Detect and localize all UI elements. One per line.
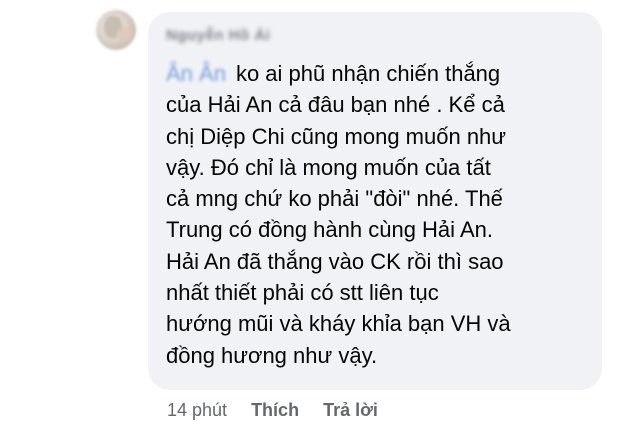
comment-text: Ân Ân ko ai phũ nhận chiến thắng của Hải …	[166, 58, 584, 371]
comment-line: vậy. Đó chỉ là mong muốn của tất	[166, 154, 491, 180]
like-button[interactable]: Thích	[251, 400, 299, 421]
comment-actions: 14 phút Thích Trả lời	[167, 400, 378, 421]
comment-bubble: Nguyễn Hồ Ái Ân Ân ko ai phũ nhận chiến t…	[148, 12, 602, 390]
comment-line: Hải An đã thắng vào CK rồi thì sao	[166, 248, 504, 274]
mention-tag[interactable]: Ân Ân	[166, 61, 226, 86]
comment-line: cả mng chứ ko phải "đòi" nhé. Thế	[166, 186, 503, 212]
comment-line: của Hải An cả đâu bạn nhé . Kể cả	[166, 92, 505, 118]
comment-line: ko ai phũ nhận chiến thắng	[235, 61, 501, 86]
comment-author[interactable]: Nguyễn Hồ Ái	[166, 26, 584, 46]
reply-button[interactable]: Trả lời	[323, 400, 378, 421]
comment-screenshot: Nguyễn Hồ Ái Ân Ân ko ai phũ nhận chiến t…	[0, 0, 620, 433]
comment-line: Trung có đồng hành cùng Hải An.	[166, 217, 493, 243]
comment-line: nhất thiết phải có stt liên tục	[166, 280, 439, 306]
avatar-image-part	[116, 28, 132, 42]
avatar[interactable]	[96, 10, 136, 50]
comment-timestamp[interactable]: 14 phút	[167, 400, 227, 421]
comment-line: chị Diệp Chi cũng mong muốn như	[166, 123, 507, 149]
comment-line: hướng mũi và kháy khỉa bạn VH và	[166, 311, 511, 337]
comment-line: đồng hương như vậy.	[166, 342, 378, 368]
